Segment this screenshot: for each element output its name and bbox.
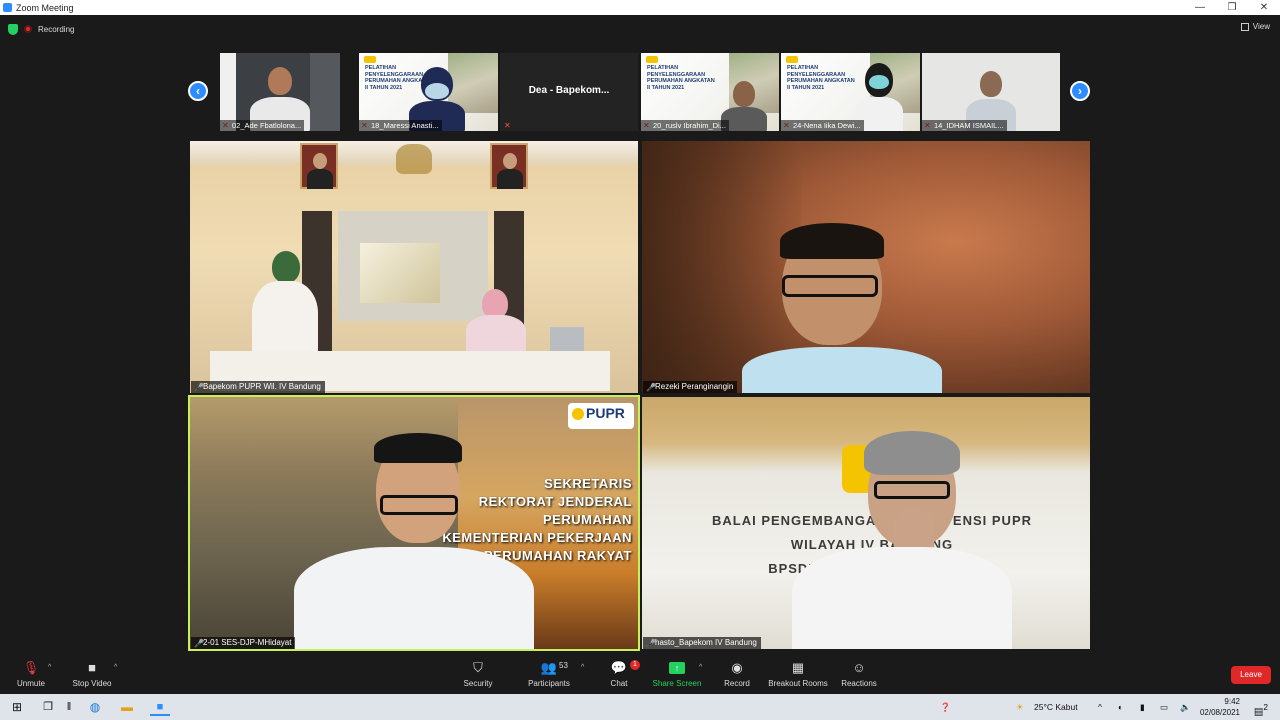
system-clock[interactable]: 9:42 02/08/2021	[1200, 696, 1240, 718]
window-controls: — ❐ ✕	[1184, 0, 1280, 15]
edge-browser-icon[interactable]: ◍	[86, 698, 104, 716]
participant-thumbnail[interactable]: PELATIHAN PENYELENGGARAAN PERUMAHAN ANGK…	[781, 53, 920, 131]
participants-count: 53	[559, 661, 568, 670]
encryption-shield-icon[interactable]	[8, 23, 18, 35]
laptop	[550, 327, 584, 351]
zoom-taskbar-icon[interactable]: ■	[150, 698, 170, 716]
participant-name-label: 🎤 Rezeki Peranginangin	[643, 381, 738, 393]
record-icon: ◉	[731, 660, 743, 675]
mic-muted-icon: ✕	[504, 121, 511, 130]
microphone-tray-icon[interactable]: ▮	[1140, 694, 1145, 720]
share-options-caret-icon[interactable]: ^	[699, 664, 702, 671]
volume-icon[interactable]: 🔈	[1180, 694, 1191, 720]
weather-text[interactable]: 25°C Kabut	[1034, 694, 1078, 720]
participant-thumbnail[interactable]: Dea - Bapekom... ✕	[500, 53, 638, 131]
view-grid-icon	[1240, 22, 1249, 31]
next-page-button[interactable]: ›	[1070, 81, 1090, 101]
participant-thumbnail[interactable]: PELATIHAN PENYELENGGARAAN PERUMAHAN ANGK…	[359, 53, 498, 131]
smiley-icon: ☺	[852, 660, 866, 675]
pupr-logo-icon	[786, 56, 798, 63]
participant-thumbnail[interactable]: PELATIHAN PENYELENGGARAAN PERUMAHAN ANGK…	[641, 53, 779, 131]
mic-icon: 🎤	[194, 639, 204, 648]
view-button[interactable]: View	[1240, 22, 1270, 31]
unmute-button[interactable]: 🎙 Unmute	[12, 660, 50, 688]
video-camera-icon: ■	[88, 660, 96, 675]
glasses	[782, 275, 878, 297]
windows-taskbar: ⊞ ❐ ‖ ◍ ▬ ■ ❓ ☀ 25°C Kabut ^ ◐ ▮ ▭ 🔈 9:4…	[0, 694, 1280, 720]
mic-icon: 🎤	[646, 383, 656, 392]
participant-name: Dea - Bapekom...	[528, 85, 610, 96]
security-button[interactable]: ⛉ Security	[458, 660, 498, 688]
participant-name: 20_ruslv Ibrahim_Di...	[641, 120, 729, 131]
meeting-toolbar: 🎙 Unmute ^ ■ Stop Video ^ ⛉ Security 👥 P…	[0, 658, 1280, 694]
video-tile-hasto[interactable]: BALAI PENGEMBANGAN KOMPETENSI PUPR WILAY…	[642, 397, 1090, 649]
video-tile-bapekom[interactable]: 🎤 Bapekom PUPR Wil. IV Bandung	[190, 141, 638, 393]
breakout-rooms-button[interactable]: ▦ Breakout Rooms	[766, 660, 830, 688]
notifications-icon[interactable]: ▤2	[1254, 694, 1268, 720]
view-label: View	[1252, 22, 1270, 31]
zoom-app: Zoom Meeting — ❐ ✕ Recording View ‹ › ✕ …	[0, 0, 1280, 720]
tray-app-icon[interactable]: ◐	[1118, 694, 1123, 720]
file-explorer-icon[interactable]: ▬	[118, 698, 136, 716]
participant-name-label: 🎤 2-01 SES-DJP-MHidayat	[191, 637, 296, 649]
glasses	[380, 495, 458, 515]
pupr-logo-icon	[364, 56, 376, 63]
video-tile-rezeki[interactable]: 🎤 Rezeki Peranginangin	[642, 141, 1090, 393]
windows-start-icon[interactable]: ⊞	[8, 698, 26, 716]
help-icon[interactable]: ❓	[940, 694, 951, 720]
chat-button[interactable]: 💬 1 Chat	[604, 660, 640, 688]
pupr-badge: PUPR	[568, 403, 634, 429]
chat-bubble-icon: 💬 1	[604, 660, 640, 676]
window-titlebar: Zoom Meeting — ❐ ✕	[0, 0, 1280, 15]
meeting-status-bar: Recording	[8, 22, 74, 36]
pupr-logo-icon	[646, 56, 658, 63]
share-screen-icon: ↑	[669, 662, 685, 674]
participant-name: 24-Nena Iika Dewi...	[781, 120, 864, 131]
meeting-area: Recording View ‹ › ✕ 02_Ade Fbatlolona..…	[0, 15, 1280, 658]
participant-name: 18_Maressi Anasti...	[359, 120, 442, 131]
window-title: Zoom Meeting	[16, 2, 74, 13]
weather-icon: ☀	[1016, 702, 1024, 712]
participant-thumbnail[interactable]: ✕ 14_IDHAM ISMAIL...	[922, 53, 1060, 131]
minimize-button[interactable]: —	[1184, 0, 1216, 15]
task-view-icon[interactable]: ❐	[40, 698, 56, 716]
participants-options-caret-icon[interactable]: ^	[581, 664, 584, 671]
network-icon[interactable]: ▭	[1160, 694, 1168, 720]
portrait-frame	[300, 143, 338, 189]
shield-icon: ⛉	[473, 660, 483, 675]
video-tile-active-speaker[interactable]: PUPR SEKRETARIS REKTORAT JENDERAL PERUMA…	[188, 395, 640, 651]
mic-icon: 🎤	[646, 639, 656, 648]
audio-options-caret-icon[interactable]: ^	[48, 664, 51, 671]
record-button[interactable]: ◉ Record	[720, 660, 754, 688]
portrait-frame	[490, 143, 528, 189]
prev-page-button[interactable]: ‹	[188, 81, 208, 101]
zoom-logo-icon	[3, 3, 12, 12]
restore-button[interactable]: ❐	[1216, 0, 1248, 15]
chat-badge: 1	[630, 660, 640, 670]
breakout-rooms-icon: ▦	[791, 660, 805, 675]
close-button[interactable]: ✕	[1248, 0, 1280, 15]
participant-name: 14_IDHAM ISMAIL...	[922, 120, 1007, 131]
chevron-right-icon: ›	[1078, 84, 1082, 98]
chevron-left-icon: ‹	[196, 84, 200, 98]
stop-video-button[interactable]: ■ Stop Video	[68, 660, 116, 688]
garuda-emblem-icon	[396, 144, 432, 174]
participant-thumbnail[interactable]: ✕ 02_Ade Fbatlolona...	[220, 53, 340, 131]
share-screen-button[interactable]: ↑ Share Screen	[652, 660, 702, 688]
notification-count: 2	[1263, 702, 1268, 712]
glasses	[874, 481, 950, 499]
tray-overflow-chevron-icon[interactable]: ^	[1098, 694, 1102, 720]
participant-name: 02_Ade Fbatlolona...	[220, 120, 305, 131]
mic-muted-icon: 🎙	[22, 660, 40, 675]
reactions-button[interactable]: ☺ Reactions	[840, 660, 878, 688]
participant-name-label: 🎤 Bapekom PUPR Wil. IV Bandung	[191, 381, 325, 393]
mic-icon: 🎤	[194, 383, 204, 392]
recording-label[interactable]: Recording	[38, 25, 74, 34]
widgets-icon[interactable]: ‖	[64, 698, 74, 716]
recording-icon	[24, 25, 32, 33]
participant-name-label: 🎤 hasto_Bapekom IV Bandung	[643, 637, 761, 649]
leave-button[interactable]: Leave	[1231, 666, 1271, 684]
video-options-caret-icon[interactable]: ^	[114, 664, 117, 671]
